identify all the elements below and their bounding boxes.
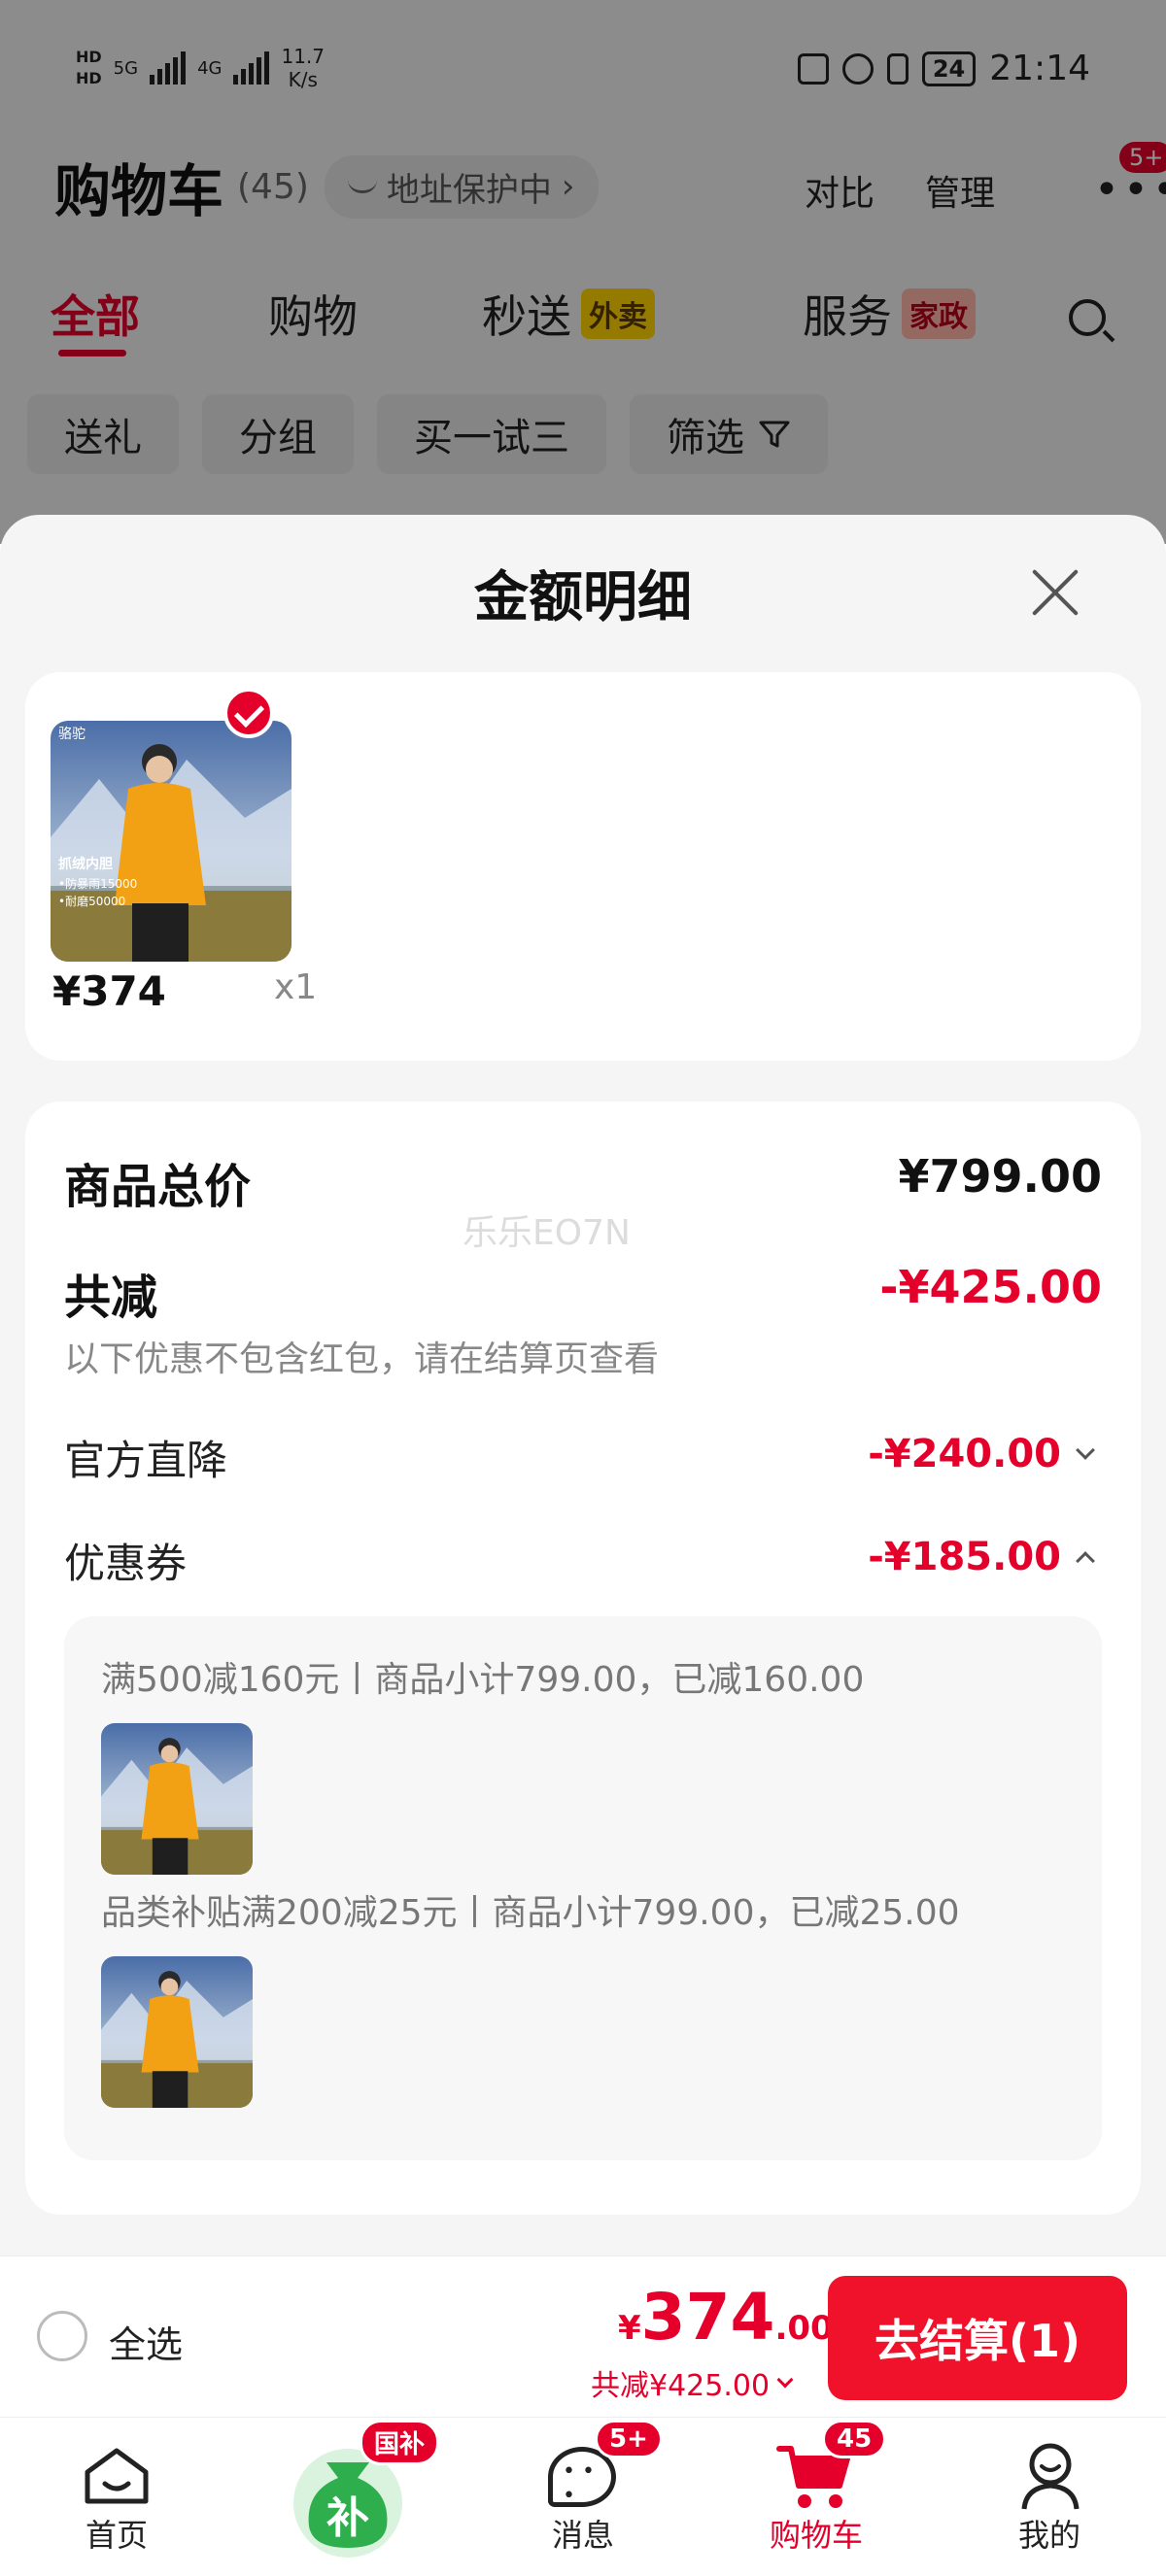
discount-summary[interactable]: 共减¥425.00 <box>591 2361 794 2404</box>
amount-detail-sheet: 金额明细 骆驼 抓绒内胆 •防暴雨15000 •耐磨50000 ¥374 x1 … <box>0 515 1166 2255</box>
selected-items-card: 骆驼 抓绒内胆 •防暴雨15000 •耐磨50000 ¥374 x1 <box>25 672 1141 1061</box>
dim-overlay[interactable] <box>0 0 1166 544</box>
nav-subsidy[interactable]: 补 国补 <box>251 2418 445 2576</box>
price-breakdown-card: 商品总价 ¥799.00 乐乐EO7N 共减 -¥425.00 以下优惠不包含红… <box>25 1102 1141 2215</box>
jacket-image-small <box>101 1723 253 1875</box>
chevron-down-icon <box>776 2371 794 2389</box>
coupon-details: 满500减160元丨商品小计799.00，已减160.00 品类补贴满200减2… <box>64 1616 1102 2160</box>
thumb-line3: •耐磨50000 <box>58 895 125 908</box>
subsidy-badge: 国补 <box>360 2420 440 2465</box>
select-all-label[interactable]: 全选 <box>109 2315 183 2368</box>
coupon-toggle[interactable]: -¥185.00 <box>868 1535 1095 1579</box>
product-thumbnail[interactable]: 骆驼 抓绒内胆 •防暴雨15000 •耐磨50000 <box>51 721 292 962</box>
coupon-line-1: 满500减160元丨商品小计799.00，已减160.00 <box>101 1660 865 1700</box>
messages-badge: 5+ <box>595 2420 663 2458</box>
item-quantity: x1 <box>274 967 318 1007</box>
total-integer: 374 <box>640 2280 775 2355</box>
home-icon <box>85 2448 149 2504</box>
nav-cart[interactable]: 45 购物车 <box>719 2418 913 2576</box>
subsidy-char: 补 <box>326 2493 369 2543</box>
thumb-line2: •防暴雨15000 <box>58 876 137 891</box>
total-price-value: ¥799.00 <box>898 1150 1102 1203</box>
total-decimal: .00 <box>774 2309 834 2348</box>
bottom-nav: 首页 补 国补 5+ 消息 45 购物车 我的 <box>0 2417 1166 2576</box>
coupon-2-thumbnail <box>101 1956 253 2108</box>
cart-badge: 45 <box>822 2420 887 2458</box>
discount-summary-text: 共减¥425.00 <box>591 2369 771 2403</box>
checkout-bar: 全选 ¥ 374 .00 共减¥425.00 去结算(1) <box>0 2255 1166 2417</box>
select-all-radio[interactable] <box>37 2311 87 2361</box>
nav-me[interactable]: 我的 <box>952 2418 1147 2576</box>
jacket-image: 骆驼 抓绒内胆 •防暴雨15000 •耐磨50000 <box>51 721 292 962</box>
official-discount-label: 官方直降 <box>64 1437 228 1484</box>
chevron-up-icon <box>1076 1551 1095 1571</box>
sheet-title: 金额明细 <box>474 566 692 629</box>
total-reduction-label: 共减 <box>64 1271 158 1325</box>
nav-messages-label: 消息 <box>551 2517 614 2554</box>
nav-home[interactable]: 首页 <box>19 2418 214 2576</box>
nav-me-label: 我的 <box>1017 2517 1080 2554</box>
watermark: 乐乐EO7N <box>463 1213 631 1253</box>
checkout-total: ¥ 374 .00 <box>618 2280 834 2355</box>
currency-symbol: ¥ <box>618 2309 641 2348</box>
close-icon[interactable] <box>1028 565 1082 620</box>
coupon-label: 优惠券 <box>64 1540 188 1587</box>
thumb-brand: 骆驼 <box>58 726 86 742</box>
selected-check-icon <box>223 688 274 738</box>
chevron-down-icon <box>1076 1441 1095 1460</box>
coupon-1-thumbnail <box>101 1723 253 1875</box>
thumb-line1: 抓绒内胆 <box>58 856 113 872</box>
nav-messages[interactable]: 5+ 消息 <box>486 2418 680 2576</box>
jacket-image-small <box>101 1956 253 2108</box>
nav-cart-label: 购物车 <box>769 2517 863 2554</box>
reduction-note: 以下优惠不包含红包，请在结算页查看 <box>64 1339 660 1379</box>
item-price: ¥374 <box>52 967 166 1015</box>
checkout-button[interactable]: 去结算(1) <box>828 2276 1127 2400</box>
official-discount-toggle[interactable]: -¥240.00 <box>868 1432 1095 1476</box>
coupon-value: -¥185.00 <box>868 1535 1061 1579</box>
total-price-label: 商品总价 <box>64 1160 252 1214</box>
coupon-line-2: 品类补贴满200减25元丨商品小计799.00，已减25.00 <box>101 1893 960 1933</box>
person-icon <box>1021 2443 1080 2510</box>
nav-home-label: 首页 <box>85 2517 148 2554</box>
official-discount-value: -¥240.00 <box>868 1432 1061 1476</box>
total-reduction-value: -¥425.00 <box>879 1261 1102 1313</box>
